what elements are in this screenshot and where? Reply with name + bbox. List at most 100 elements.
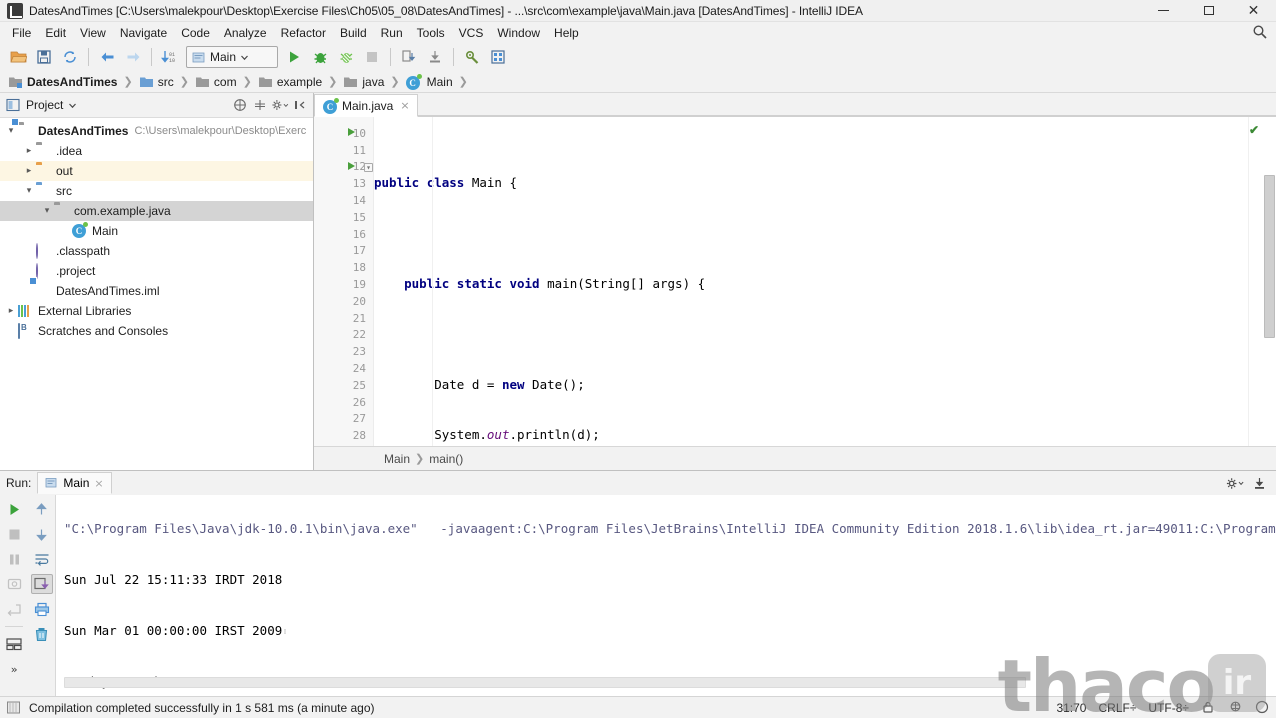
tree-node-iml[interactable]: DatesAndTimes.iml: [0, 281, 313, 301]
tree-node-classpath[interactable]: .classpath: [0, 241, 313, 261]
tree-node-com-example-java[interactable]: ▾ com.example.java: [0, 201, 313, 221]
settings-gear-icon[interactable]: [459, 45, 485, 69]
menu-refactor[interactable]: Refactor: [274, 23, 333, 43]
project-structure-icon[interactable]: [485, 45, 511, 69]
menu-build[interactable]: Build: [333, 23, 374, 43]
forward-icon[interactable]: [120, 45, 146, 69]
scroll-up-icon[interactable]: [31, 499, 53, 519]
minimize-button[interactable]: [1141, 0, 1186, 22]
hide-panel-icon[interactable]: [291, 96, 309, 114]
run-with-coverage-button[interactable]: [333, 45, 359, 69]
breadcrumb-src[interactable]: src: [137, 75, 176, 89]
breadcrumb-method-main[interactable]: main(): [429, 452, 463, 466]
tree-node-out[interactable]: ▸ out: [0, 161, 313, 181]
caret-position[interactable]: 31:70: [1056, 701, 1086, 715]
console-horizontal-scrollbar[interactable]: [64, 677, 1026, 688]
line-separator[interactable]: CRLF÷: [1098, 701, 1136, 715]
breadcrumb-class-main[interactable]: Main: [384, 452, 410, 466]
menu-tools[interactable]: Tools: [410, 23, 452, 43]
pause-icon[interactable]: [3, 549, 25, 569]
editor-vertical-scrollbar[interactable]: [1262, 117, 1276, 446]
collapse-arrow-icon[interactable]: ▸: [22, 146, 36, 156]
hide-panel-icon[interactable]: [1248, 473, 1270, 493]
menu-window[interactable]: Window: [490, 23, 547, 43]
collapse-all-icon[interactable]: [231, 96, 249, 114]
breadcrumb-example[interactable]: example: [256, 75, 324, 89]
editor-marker-bar[interactable]: ✔: [1248, 117, 1262, 446]
update-app-icon[interactable]: [396, 45, 422, 69]
tree-node-src[interactable]: ▾ src: [0, 181, 313, 201]
tree-node-external-libraries[interactable]: ▸ External Libraries: [0, 301, 313, 321]
expand-more-icon[interactable]: »: [3, 659, 25, 679]
run-marker-icon[interactable]: [348, 128, 355, 136]
fold-icon[interactable]: ▾: [364, 162, 373, 172]
menu-file[interactable]: File: [5, 23, 38, 43]
console-output[interactable]: "C:\Program Files\Java\jdk-10.0.1\bin\ja…: [56, 495, 1276, 696]
console-view-icon[interactable]: [3, 634, 25, 654]
collapse-arrow-icon[interactable]: ▸: [4, 306, 18, 316]
compile-icon[interactable]: 01 10: [157, 45, 183, 69]
menu-vcs[interactable]: VCS: [452, 23, 491, 43]
breadcrumb-java[interactable]: java: [341, 75, 386, 89]
scroll-down-icon[interactable]: [31, 524, 53, 544]
close-icon[interactable]: ×: [94, 477, 103, 490]
editor-gutter[interactable]: 10 11 ▾ 12 13 14 15 16 17 18 19 20 21 22 …: [314, 117, 374, 446]
expand-arrow-icon[interactable]: ▾: [4, 126, 18, 136]
editor-tab-main-java[interactable]: C Main.java ×: [314, 94, 418, 117]
inspection-ok-icon[interactable]: ✔: [1249, 123, 1259, 137]
expand-arrow-icon[interactable]: ▾: [22, 186, 36, 196]
scroll-from-source-icon[interactable]: [251, 96, 269, 114]
maximize-button[interactable]: [1186, 0, 1231, 22]
menu-navigate[interactable]: Navigate: [113, 23, 174, 43]
menu-code[interactable]: Code: [174, 23, 217, 43]
close-button[interactable]: ✕: [1231, 0, 1276, 22]
menu-view[interactable]: View: [73, 23, 113, 43]
stop-button[interactable]: [359, 45, 385, 69]
scroll-to-end-icon[interactable]: [30, 574, 53, 594]
menu-analyze[interactable]: Analyze: [217, 23, 274, 43]
gear-icon[interactable]: [271, 96, 289, 114]
tree-node-datesandtimes[interactable]: ▾ DatesAndTimes C:\Users\malekpour\Deskt…: [0, 121, 313, 141]
deploy-icon[interactable]: [422, 45, 448, 69]
project-tree[interactable]: ▾ DatesAndTimes C:\Users\malekpour\Deskt…: [0, 118, 313, 470]
run-tab-main[interactable]: Main ×: [37, 472, 112, 494]
breadcrumb-com[interactable]: com: [193, 75, 239, 89]
run-button[interactable]: [281, 45, 307, 69]
restore-layout-icon[interactable]: [3, 599, 25, 619]
search-everywhere-icon[interactable]: [1252, 24, 1268, 40]
dump-threads-icon[interactable]: [3, 574, 25, 594]
run-marker-icon[interactable]: [348, 161, 355, 170]
lock-icon[interactable]: [1201, 700, 1216, 715]
save-all-icon[interactable]: [31, 45, 57, 69]
tree-node-main[interactable]: C Main: [0, 221, 313, 241]
gear-icon[interactable]: [1224, 473, 1246, 493]
breadcrumb-datesandtimes[interactable]: DatesAndTimes: [6, 75, 119, 89]
file-encoding[interactable]: UTF-8÷: [1148, 701, 1189, 715]
back-icon[interactable]: [94, 45, 120, 69]
close-icon[interactable]: ×: [400, 99, 409, 112]
open-folder-icon[interactable]: [5, 45, 31, 69]
rerun-icon[interactable]: [3, 499, 25, 519]
run-configuration-selector[interactable]: Main: [186, 46, 278, 68]
tree-node-scratches-and-consoles[interactable]: Scratches and Consoles: [0, 321, 313, 341]
tree-node-idea[interactable]: ▸ .idea: [0, 141, 313, 161]
print-icon[interactable]: [31, 599, 53, 619]
code-editor[interactable]: 10 11 ▾ 12 13 14 15 16 17 18 19 20 21 22 …: [314, 117, 1276, 446]
menu-run[interactable]: Run: [374, 23, 410, 43]
magnifier-icon[interactable]: [1255, 700, 1270, 715]
clear-all-icon[interactable]: [31, 624, 53, 644]
tree-node-project[interactable]: .project: [0, 261, 313, 281]
soft-wrap-icon[interactable]: [31, 549, 53, 569]
menu-help[interactable]: Help: [547, 23, 586, 43]
breadcrumb-main[interactable]: C Main: [404, 73, 455, 90]
scrollbar-thumb[interactable]: [1264, 175, 1275, 338]
chevron-down-icon[interactable]: [68, 101, 77, 110]
debug-button[interactable]: [307, 45, 333, 69]
collapse-arrow-icon[interactable]: ▸: [22, 166, 36, 176]
stop-icon[interactable]: [3, 524, 25, 544]
menu-edit[interactable]: Edit: [38, 23, 73, 43]
expand-arrow-icon[interactable]: ▾: [40, 206, 54, 216]
sync-icon[interactable]: [57, 45, 83, 69]
inspector-icon[interactable]: [1228, 700, 1243, 715]
code-text-area[interactable]: public class Main { public static void m…: [374, 117, 1248, 446]
